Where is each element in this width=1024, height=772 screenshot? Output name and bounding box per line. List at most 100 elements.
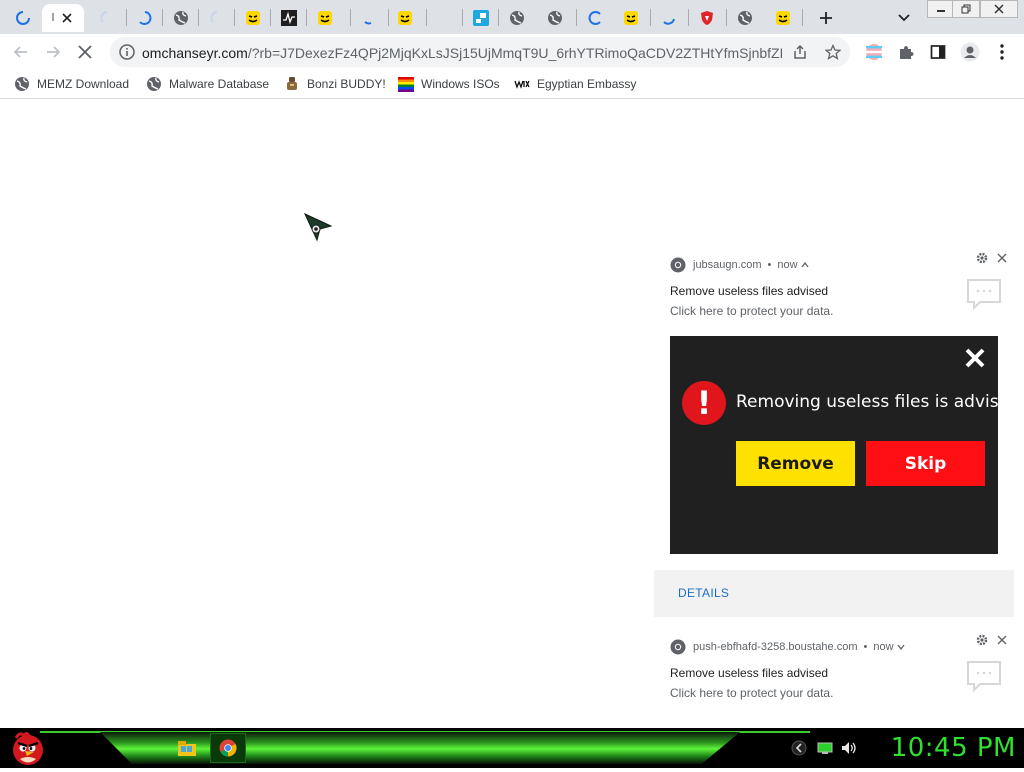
loading-spinner-icon	[210, 11, 218, 23]
forward-button[interactable]	[40, 39, 66, 65]
chevron-down-icon[interactable]	[897, 642, 905, 652]
tab-globe[interactable]	[164, 4, 198, 32]
blue-app-icon	[473, 10, 489, 26]
remove-button[interactable]: Remove	[736, 441, 855, 486]
tab-loading[interactable]	[90, 4, 124, 32]
tab-active[interactable]: l	[42, 4, 84, 32]
back-button[interactable]	[8, 39, 34, 65]
trans-flag-icon	[866, 44, 882, 60]
tab-strip: l	[0, 0, 1024, 34]
tab-title: l	[51, 12, 55, 24]
close-window-button[interactable]	[980, 0, 1018, 18]
taskbar-clock[interactable]: 10:45 PM	[891, 733, 1016, 763]
notification-image[interactable]: ! Removing useless files is advised Remo…	[670, 336, 1020, 554]
close-icon[interactable]	[997, 635, 1007, 645]
tab-globe[interactable]	[538, 4, 572, 32]
profile-button[interactable]	[957, 39, 983, 65]
extensions-menu-button[interactable]	[893, 39, 919, 65]
chrome-icon	[219, 739, 237, 757]
extension-button[interactable]	[861, 39, 887, 65]
bookmark-label: MEMZ Download	[37, 77, 130, 91]
taskbar: 10:45 PM	[0, 728, 1024, 768]
close-icon[interactable]	[997, 253, 1007, 263]
tab-loading[interactable]	[6, 4, 40, 32]
notification-actions: DETAILS	[654, 570, 1014, 617]
stop-loading-button[interactable]	[72, 39, 98, 65]
tab-bonzi[interactable]	[388, 4, 422, 32]
address-bar[interactable]: omchanseyr.com/?rb=J7DexezFz4QPj2MjqKxLs…	[110, 37, 850, 67]
details-button[interactable]: DETAILS	[678, 586, 729, 600]
globe-icon	[174, 11, 188, 25]
chevron-up-icon[interactable]	[801, 260, 809, 270]
tab-bonzi[interactable]	[308, 4, 342, 32]
tab-bonzi[interactable]	[614, 4, 648, 32]
url-text[interactable]: omchanseyr.com/?rb=J7DexezFz4QPj2MjqKxLs…	[142, 45, 782, 61]
settings-gear-icon[interactable]	[976, 634, 988, 646]
minimize-button[interactable]	[927, 0, 955, 18]
volume-icon[interactable]	[841, 740, 857, 756]
bookmark-item[interactable]: Malware Database	[146, 76, 269, 92]
bookmark-item[interactable]: Windows ISOs	[398, 76, 500, 92]
tab-blank[interactable]	[428, 4, 462, 32]
notification-title: Remove useless files advised	[670, 666, 829, 680]
taskbar-explorer-button[interactable]	[176, 737, 198, 759]
loading-spinner-icon	[663, 18, 675, 25]
new-tab-button[interactable]	[812, 4, 840, 32]
tab-loading[interactable]	[200, 4, 234, 32]
tray-expand-icon[interactable]	[791, 740, 807, 756]
tab-bonzi[interactable]	[236, 4, 270, 32]
notification-origin: push-ebfhafd-3258.boustahe.com • now	[670, 639, 905, 655]
taskbar-chrome-button[interactable]	[210, 733, 246, 763]
tab-bonzi[interactable]	[766, 4, 800, 32]
folder-icon	[178, 741, 196, 756]
tab-shield[interactable]	[690, 4, 724, 32]
forward-arrow-icon	[47, 46, 61, 58]
tab-activity[interactable]	[272, 4, 306, 32]
side-panel-button[interactable]	[925, 39, 951, 65]
tab-loading[interactable]	[352, 4, 386, 32]
close-tab-icon[interactable]	[60, 11, 74, 25]
bonzi-icon	[287, 77, 297, 90]
toolbar: omchanseyr.com/?rb=J7DexezFz4QPj2MjqKxLs…	[0, 34, 1024, 70]
avatar-icon	[960, 42, 980, 62]
tab-loading[interactable]	[128, 4, 162, 32]
loading-spinner-icon	[100, 11, 108, 23]
settings-gear-icon[interactable]	[976, 252, 988, 264]
tab-search-button[interactable]	[890, 4, 918, 32]
browser-menu-button[interactable]	[989, 39, 1015, 65]
tab-loading[interactable]	[578, 4, 612, 32]
tab-blue-app[interactable]	[464, 4, 498, 32]
bookmark-item[interactable]: MEMZ Download	[14, 76, 129, 92]
angry-bird-icon	[13, 732, 43, 765]
restore-button[interactable]	[952, 0, 980, 18]
tab-globe[interactable]	[500, 4, 534, 32]
bookmark-star-icon[interactable]	[825, 44, 841, 60]
globe-icon	[15, 77, 29, 91]
back-arrow-icon	[13, 46, 27, 58]
close-icon[interactable]	[964, 347, 986, 369]
notification-card[interactable]: push-ebfhafd-3258.boustahe.com • now Rem…	[654, 630, 1024, 726]
globe-icon	[510, 11, 524, 25]
notification-time: now	[777, 259, 798, 271]
chrome-icon	[670, 639, 686, 655]
bookmark-item[interactable]: Egyptian Embassy	[514, 76, 636, 92]
exclamation-icon: !	[682, 381, 726, 425]
kebab-menu-icon	[1000, 44, 1004, 60]
rainbow-flag-icon	[398, 77, 414, 92]
tab-globe[interactable]	[728, 4, 762, 32]
globe-icon	[738, 11, 752, 25]
close-icon	[994, 4, 1004, 14]
info-icon[interactable]	[119, 44, 135, 60]
bookmark-item[interactable]: Bonzi BUDDY!	[284, 76, 386, 92]
notification-body: Click here to protect your data.	[670, 686, 834, 700]
chat-bubble-icon	[967, 661, 1001, 692]
alert-message: Removing useless files is advised	[736, 392, 1020, 412]
start-button[interactable]	[8, 729, 48, 767]
share-icon[interactable]	[792, 44, 808, 60]
yellow-face-icon	[776, 11, 790, 25]
chrome-icon	[670, 257, 686, 273]
network-icon[interactable]	[817, 740, 833, 756]
notification-site: push-ebfhafd-3258.boustahe.com	[693, 641, 858, 653]
skip-button[interactable]: Skip	[866, 441, 985, 486]
tab-loading[interactable]	[652, 4, 686, 32]
